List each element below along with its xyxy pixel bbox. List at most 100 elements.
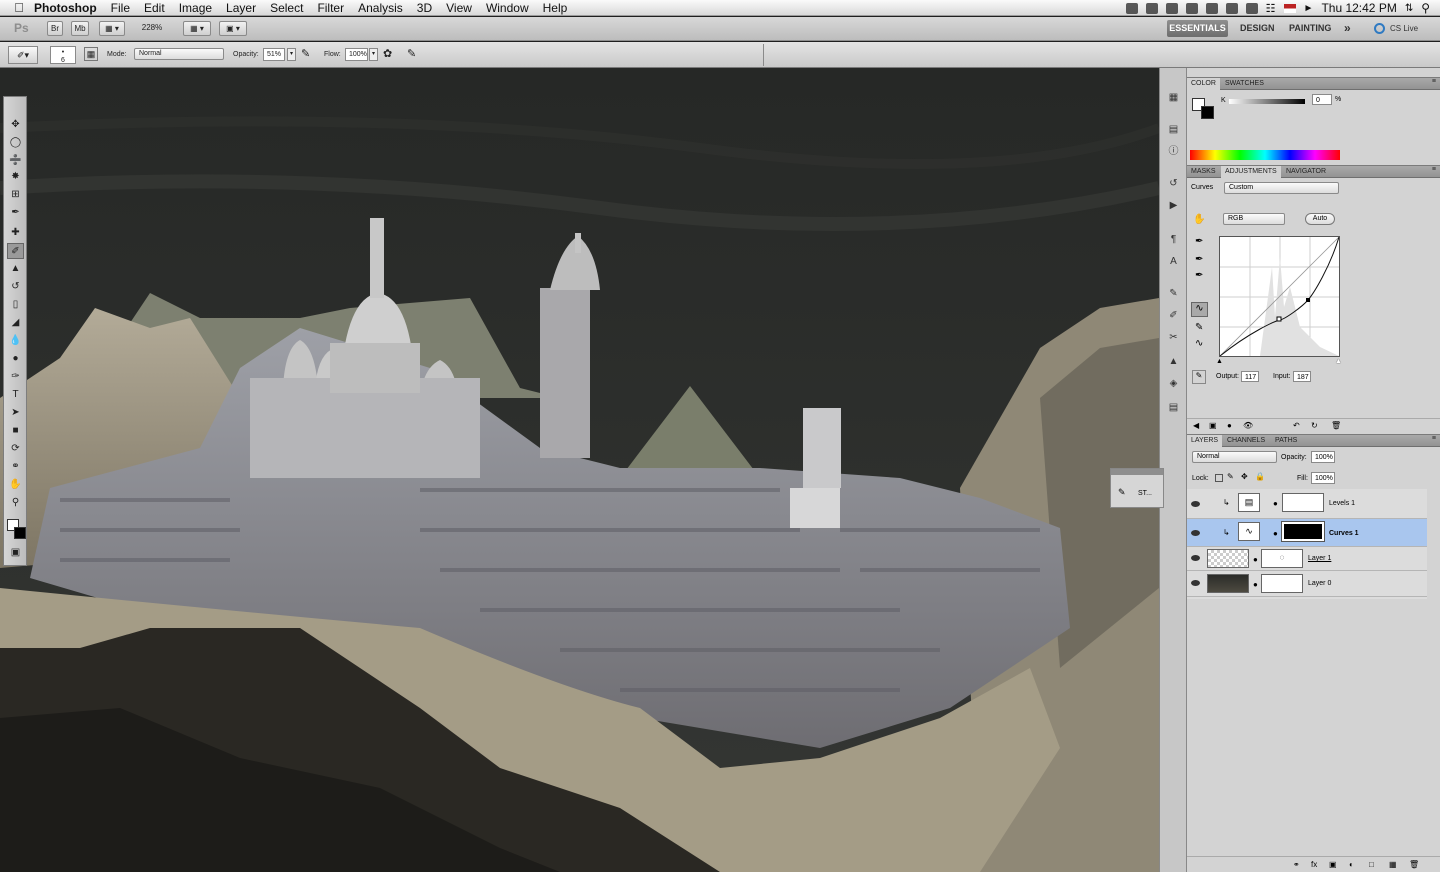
black-point-eyedropper-icon[interactable]: ✒	[1195, 236, 1203, 247]
lock-transparency-icon[interactable]	[1215, 474, 1223, 482]
floating-panel-header[interactable]	[1111, 469, 1163, 475]
zoom-tool-icon[interactable]: ⚲	[7, 495, 24, 511]
menu-analysis[interactable]: Analysis	[351, 1, 410, 15]
visibility-eye-icon[interactable]	[1191, 530, 1200, 536]
visibility-toggle-icon[interactable]: 👁	[1243, 421, 1253, 430]
panel-menu-icon[interactable]: ≡	[1432, 435, 1436, 442]
eraser-tool-icon[interactable]: ▯	[7, 297, 24, 313]
new-adjustment-icon[interactable]: ◐	[1349, 860, 1354, 869]
layer-style-icon[interactable]: fx	[1311, 860, 1317, 869]
font-tray-icon[interactable]	[1185, 2, 1198, 14]
styles-label[interactable]: ST...	[1138, 490, 1152, 497]
cloud-tray-icon[interactable]	[1165, 2, 1178, 14]
curves-channel-select[interactable]: RGB	[1223, 213, 1285, 225]
gradient-tool-icon[interactable]: ◢	[7, 315, 24, 331]
tab-color[interactable]: COLOR	[1187, 78, 1220, 90]
tab-swatches[interactable]: SWATCHES	[1221, 78, 1268, 90]
flow-input[interactable]: 100%	[345, 48, 368, 61]
layer-opacity-input[interactable]: 100%	[1311, 451, 1335, 463]
menu-help[interactable]: Help	[536, 1, 575, 15]
path-selection-tool-icon[interactable]: ➤	[7, 405, 24, 421]
menu-file[interactable]: File	[104, 1, 137, 15]
bluetooth-tray-icon[interactable]	[1245, 2, 1258, 14]
history-brush-tool-icon[interactable]: ↺	[7, 279, 24, 295]
layer-mask-thumbnail[interactable]: ◌	[1261, 549, 1303, 568]
floating-styles-panel[interactable]: ✎ ST...	[1110, 468, 1164, 508]
clone-stamp-tool-icon[interactable]: ▲	[7, 261, 24, 277]
clone-source-icon[interactable]: ▲	[1165, 354, 1182, 370]
workspace-essentials[interactable]: ESSENTIALS	[1167, 20, 1228, 37]
visibility-eye-icon[interactable]	[1191, 501, 1200, 507]
layer-row-layer-0[interactable]: ● Layer 0	[1187, 571, 1427, 597]
tablet-size-icon[interactable]: ✎	[407, 47, 421, 61]
crop-tool-icon[interactable]: ⊞	[7, 187, 24, 203]
sync-tray-icon[interactable]	[1145, 2, 1158, 14]
hand-tool-icon[interactable]: ✋	[7, 477, 24, 493]
visibility-eye-icon[interactable]	[1191, 580, 1200, 586]
menu-3d[interactable]: 3D	[410, 1, 439, 15]
info-icon[interactable]: ⓘ	[1165, 144, 1182, 160]
type-tool-icon[interactable]: T	[7, 387, 24, 403]
menu-edit[interactable]: Edit	[137, 1, 172, 15]
output-input[interactable]: 117	[1241, 371, 1259, 382]
bluetooth-icon[interactable]: ⇅	[1405, 3, 1413, 14]
lock-all-icon[interactable]: 🔒	[1255, 472, 1265, 481]
quick-select-tool-icon[interactable]: ✸	[7, 169, 24, 185]
dodge-tool-icon[interactable]: ●	[7, 351, 24, 367]
curves-preset-select[interactable]: Custom	[1224, 182, 1339, 194]
move-tool-icon[interactable]: ✥	[7, 117, 24, 133]
layer-name[interactable]: Layer 0	[1308, 580, 1331, 587]
background-color-swatch[interactable]	[14, 527, 26, 539]
panel-menu-icon[interactable]: ≡	[1432, 78, 1436, 85]
menu-window[interactable]: Window	[479, 1, 536, 15]
tool-preset-picker[interactable]: ✐▾	[8, 46, 38, 64]
bridge-button[interactable]: Br	[47, 21, 63, 36]
timemachine-tray-icon[interactable]	[1225, 2, 1238, 14]
curve-point-tool-icon[interactable]: ∿	[1191, 302, 1208, 317]
tab-paths[interactable]: PATHS	[1271, 435, 1301, 447]
healing-brush-tool-icon[interactable]: ✚	[7, 225, 24, 241]
mini-bridge-button[interactable]: Mb	[71, 21, 89, 36]
spotlight-search-icon[interactable]: ⚲	[1421, 1, 1430, 15]
delete-layer-icon[interactable]: 🗑	[1409, 860, 1419, 869]
color-value-input[interactable]: 0	[1312, 94, 1332, 105]
black-point-slider-icon[interactable]: ▲	[1216, 358, 1223, 365]
brush-panel-toggle-icon[interactable]: ▦	[84, 47, 98, 61]
layer-name[interactable]: Levels 1	[1329, 500, 1355, 507]
curve-smooth-icon[interactable]: ∿	[1195, 338, 1203, 349]
reset-icon[interactable]: ↻	[1311, 421, 1318, 430]
return-to-list-icon[interactable]: ◀	[1193, 421, 1199, 430]
new-layer-icon[interactable]: ▦	[1389, 860, 1397, 869]
mini-bridge-icon[interactable]: ▦	[1165, 90, 1182, 106]
menu-layer[interactable]: Layer	[219, 1, 263, 15]
airbrush-icon[interactable]: ✿	[383, 47, 397, 61]
new-group-icon[interactable]: □	[1369, 860, 1374, 869]
blur-tool-icon[interactable]: 💧	[7, 333, 24, 349]
color-slider[interactable]	[1229, 99, 1305, 104]
panel-menu-icon[interactable]: ≡	[1432, 166, 1436, 173]
layer-row-layer-1[interactable]: ● ◌ Layer 1	[1187, 547, 1427, 571]
color-bg-swatch[interactable]	[1201, 106, 1214, 119]
notes-icon[interactable]: ▤	[1165, 400, 1182, 416]
eyedropper-tool-icon[interactable]: ✒	[7, 205, 24, 221]
white-point-slider-icon[interactable]: ▲	[1335, 358, 1342, 365]
tab-adjustments[interactable]: ADJUSTMENTS	[1221, 166, 1281, 178]
targeted-adjust-icon[interactable]: ✋	[1193, 214, 1207, 228]
cs-live-button[interactable]: CS Live	[1390, 20, 1418, 37]
menu-filter[interactable]: Filter	[310, 1, 351, 15]
3d-orbit-tool-icon[interactable]: ⚭	[7, 459, 24, 475]
histogram-clip-icon[interactable]: ✎	[1192, 370, 1206, 384]
add-mask-icon[interactable]: ▣	[1329, 860, 1337, 869]
lock-pixels-icon[interactable]: ✎	[1227, 472, 1234, 481]
menu-image[interactable]: Image	[172, 1, 219, 15]
workspace-design[interactable]: DESIGN	[1240, 20, 1275, 37]
mode-select[interactable]: Normal	[134, 48, 224, 60]
zoom-level[interactable]: 228%	[135, 21, 169, 36]
history-icon[interactable]: ↺	[1165, 176, 1182, 192]
layer-name[interactable]: Curves 1	[1329, 530, 1359, 537]
marquee-tool-icon[interactable]: ◯	[7, 135, 24, 151]
volume-icon[interactable]: ►	[1304, 3, 1314, 14]
paragraph-icon[interactable]: ¶	[1165, 232, 1182, 248]
brush-presets-icon[interactable]: ✐	[1165, 308, 1182, 324]
layer-name[interactable]: Layer 1	[1308, 555, 1331, 562]
